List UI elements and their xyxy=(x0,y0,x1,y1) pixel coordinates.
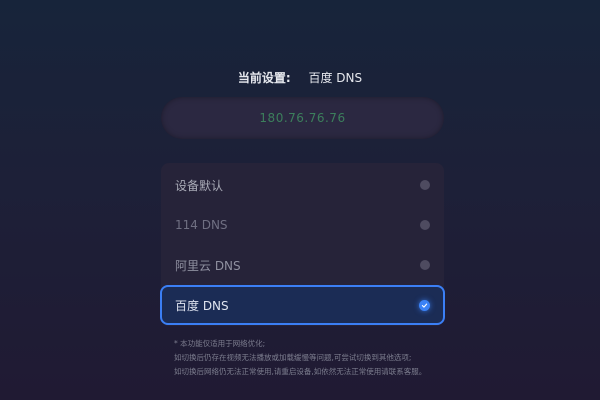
dns-option-label: 114 DNS xyxy=(175,218,228,232)
dns-ip-text: 180.76.76.76 xyxy=(259,111,346,125)
dns-option-114[interactable]: 114 DNS xyxy=(161,205,444,245)
dns-option-label: 百度 DNS xyxy=(175,298,229,313)
dns-option-baidu[interactable]: 百度 DNS xyxy=(160,285,445,325)
radio-unchecked-icon xyxy=(420,260,430,270)
dns-option-aliyun[interactable]: 阿里云 DNS xyxy=(161,245,444,285)
radio-checked-icon xyxy=(419,299,430,311)
help-note-line: 如切换后仍存在视频无法播放或加载缓慢等问题,可尝试切换到其他选项; xyxy=(174,353,412,362)
radio-unchecked-icon xyxy=(420,180,430,190)
dns-option-label: 阿里云 DNS xyxy=(175,258,241,273)
help-note-line: 如切换后网络仍无法正常使用,请重启设备,如依然无法正常使用请联系客服。 xyxy=(174,367,427,376)
current-setting-value: 百度 DNS xyxy=(308,71,363,85)
current-setting: 当前设置: 百度 DNS xyxy=(0,69,600,86)
radio-unchecked-icon xyxy=(420,220,430,230)
dns-option-label: 设备默认 xyxy=(175,178,224,193)
help-notes: * 本功能仅适用于网络优化; 如切换后仍存在视频无法播放或加载缓慢等问题,可尝试… xyxy=(174,337,464,379)
dns-ip-display: 180.76.76.76 xyxy=(161,97,444,139)
dns-option-device-default[interactable]: 设备默认 xyxy=(161,165,444,205)
dns-option-list: 设备默认 114 DNS 阿里云 DNS 百度 DNS xyxy=(160,163,445,326)
help-note-line: * 本功能仅适用于网络优化; xyxy=(174,339,266,348)
current-setting-label: 当前设置: xyxy=(237,71,291,85)
check-icon xyxy=(421,303,428,308)
